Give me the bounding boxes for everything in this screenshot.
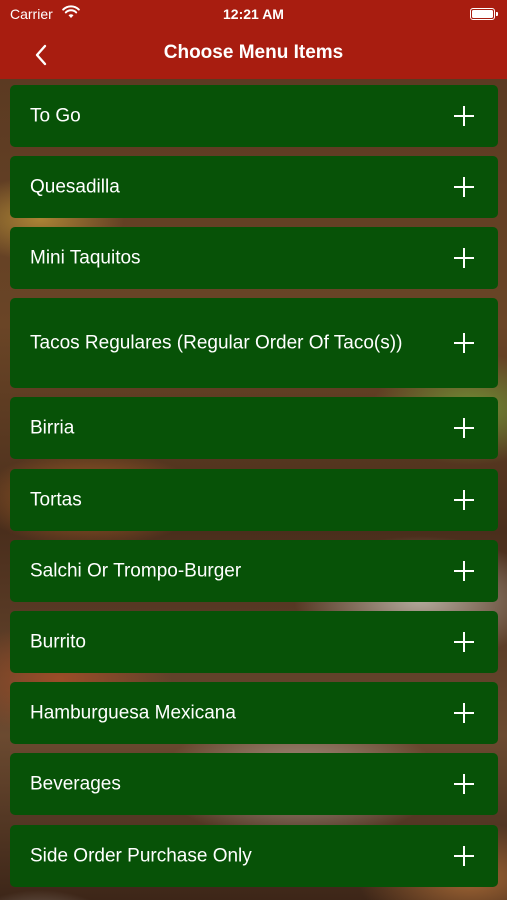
- menu-item-label: To Go: [30, 105, 81, 127]
- menu-item-tacos-regulares[interactable]: Tacos Regulares (Regular Order Of Taco(s…: [10, 298, 498, 388]
- plus-icon[interactable]: [454, 846, 474, 866]
- plus-icon[interactable]: [454, 490, 474, 510]
- menu-item-hamburguesa-mexicana[interactable]: Hamburguesa Mexicana: [10, 682, 498, 744]
- menu-item-label: Mini Taquitos: [30, 247, 141, 269]
- plus-icon[interactable]: [454, 561, 474, 581]
- menu-item-mini-taquitos[interactable]: Mini Taquitos: [10, 227, 498, 289]
- menu-item-label: Birria: [30, 417, 75, 439]
- status-time: 12:21 AM: [223, 6, 284, 22]
- menu-item-label: Hamburguesa Mexicana: [30, 702, 236, 724]
- plus-icon[interactable]: [454, 703, 474, 723]
- plus-icon[interactable]: [454, 248, 474, 268]
- plus-icon[interactable]: [454, 177, 474, 197]
- menu-item-tortas[interactable]: Tortas: [10, 469, 498, 531]
- battery-icon: [470, 8, 498, 20]
- menu-item-label: Salchi Or Trompo-Burger: [30, 560, 242, 582]
- menu-item-to-go[interactable]: To Go: [10, 85, 498, 147]
- menu-item-beverages[interactable]: Beverages: [10, 753, 498, 815]
- navigation-bar: Choose Menu Items: [0, 30, 507, 79]
- menu-item-side-order[interactable]: Side Order Purchase Only: [10, 825, 498, 887]
- page-title: Choose Menu Items: [163, 42, 344, 63]
- status-bar: Carrier 12:21 AM: [0, 0, 507, 30]
- plus-icon[interactable]: [454, 632, 474, 652]
- menu-item-label: Side Order Purchase Only: [30, 845, 252, 867]
- menu-item-label: Tacos Regulares (Regular Order Of Taco(s…: [30, 332, 403, 354]
- menu-item-label: Beverages: [30, 773, 121, 795]
- menu-item-label: Quesadilla: [30, 176, 120, 198]
- menu-item-salchi-trompo-burger[interactable]: Salchi Or Trompo-Burger: [10, 540, 498, 602]
- menu-item-quesadilla[interactable]: Quesadilla: [10, 156, 498, 218]
- menu-item-label: Tortas: [30, 489, 82, 511]
- plus-icon[interactable]: [454, 333, 474, 353]
- menu-item-label: Burrito: [30, 631, 86, 653]
- menu-item-burrito[interactable]: Burrito: [10, 611, 498, 673]
- plus-icon[interactable]: [454, 418, 474, 438]
- plus-icon[interactable]: [454, 106, 474, 126]
- menu-item-birria[interactable]: Birria: [10, 397, 498, 459]
- plus-icon[interactable]: [454, 774, 474, 794]
